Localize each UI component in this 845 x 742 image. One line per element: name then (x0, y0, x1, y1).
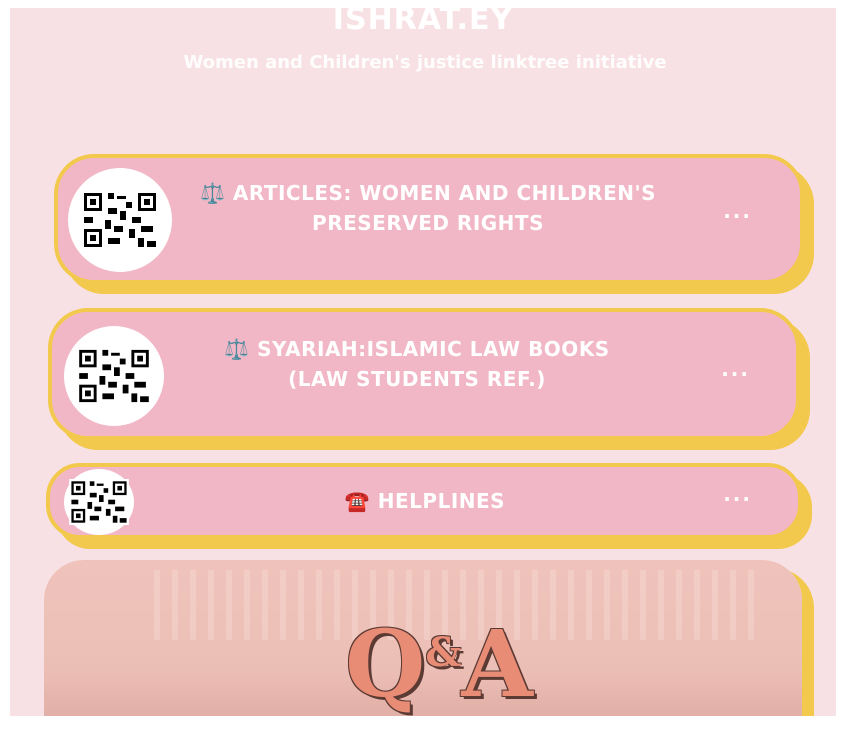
link-helplines[interactable]: ☎️ HELPLINES ··· (46, 463, 802, 539)
link-text: ARTICLES: WOMEN AND CHILDREN'S PRESERVED… (232, 181, 657, 235)
qr-code-icon (64, 469, 134, 535)
link-label: ☎️ HELPLINES (200, 486, 650, 516)
link-label: ⚖️ SYARIAH:ISLAMIC LAW BOOKS (LAW STUDEN… (202, 334, 632, 394)
more-options-icon[interactable]: ··· (723, 204, 752, 228)
qa-banner-text: Q&A (214, 610, 664, 716)
more-options-icon[interactable]: ··· (721, 362, 750, 386)
link-label: ⚖️ ARTICLES: WOMEN AND CHILDREN'S PRESER… (198, 178, 658, 238)
qa-letter-a: A (461, 610, 533, 716)
qr-code-icon (64, 326, 164, 426)
qr-code-icon (68, 168, 172, 272)
page-subtitle: Women and Children's justice linktree in… (183, 52, 667, 73)
scales-icon: ⚖️ (224, 337, 250, 361)
link-syariah[interactable]: ⚖️ SYARIAH:ISLAMIC LAW BOOKS (LAW STUDEN… (48, 308, 800, 440)
qa-banner[interactable]: Q&A (44, 560, 802, 716)
page-title: ISHRAT.EY (332, 8, 514, 37)
scales-icon: ⚖️ (199, 181, 226, 205)
link-articles[interactable]: ⚖️ ARTICLES: WOMEN AND CHILDREN'S PRESER… (54, 154, 804, 284)
more-options-icon[interactable]: ··· (723, 487, 752, 511)
link-text: HELPLINES (377, 489, 506, 513)
telephone-icon: ☎️ (344, 489, 371, 513)
qa-ampersand: & (425, 629, 462, 676)
link-text: SYARIAH:ISLAMIC LAW BOOKS (LAW STUDENTS … (257, 337, 610, 391)
linktree-page: ISHRAT.EY Women and Children's justice l… (10, 8, 836, 716)
qa-letter-q: Q (345, 610, 426, 716)
